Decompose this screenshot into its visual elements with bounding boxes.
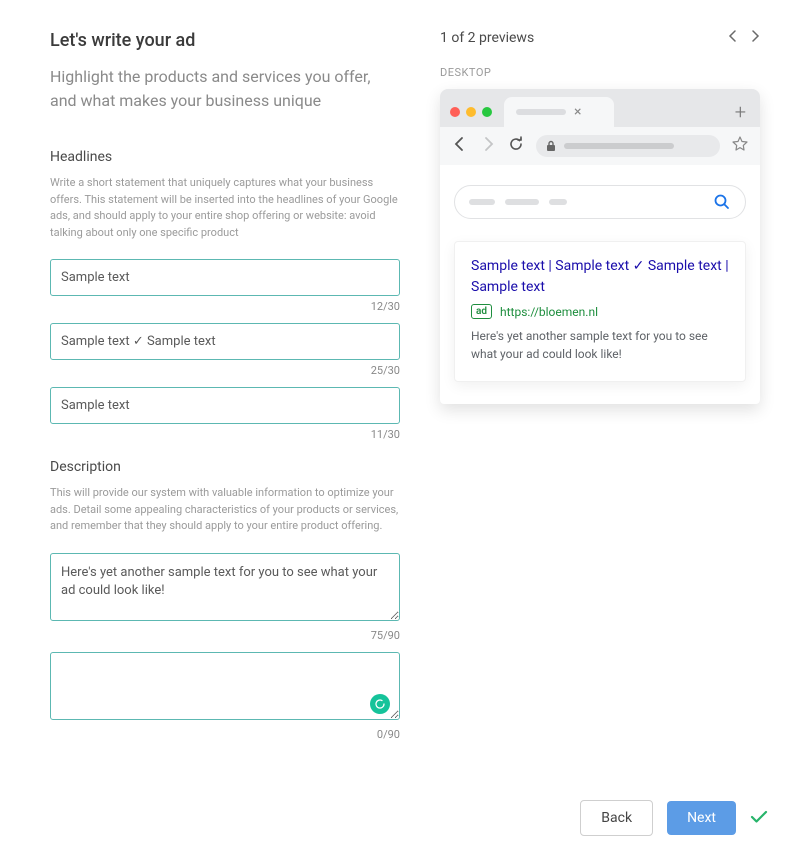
- forward-arrow-icon: [480, 136, 496, 156]
- traffic-light-red-icon: [450, 107, 460, 117]
- footer-actions: Back Next: [580, 800, 768, 836]
- back-button[interactable]: Back: [580, 800, 653, 836]
- preview-mode-label: DESKTOP: [440, 66, 760, 79]
- back-arrow-icon: [452, 136, 468, 156]
- ad-preview-card: Sample text | Sample text ✓ Sample text …: [454, 241, 746, 382]
- description-count-1: 75/90: [50, 629, 400, 642]
- description-input-1[interactable]: [50, 553, 400, 621]
- browser-tab: ×: [504, 97, 614, 127]
- description-help: This will provide our system with valuab…: [50, 485, 400, 535]
- traffic-light-green-icon: [482, 107, 492, 117]
- check-icon: [750, 809, 768, 828]
- preview-column: 1 of 2 previews DESKTOP ×: [440, 30, 760, 751]
- preview-counter: 1 of 2 previews: [440, 30, 534, 46]
- preview-prev-button[interactable]: [728, 30, 736, 46]
- reload-icon: [508, 136, 524, 156]
- headlines-help: Write a short statement that uniquely ca…: [50, 175, 400, 241]
- headline-input-1[interactable]: [50, 259, 400, 296]
- browser-mockup: × +: [440, 89, 760, 404]
- lock-icon: [546, 140, 556, 152]
- headline-input-3[interactable]: [50, 387, 400, 424]
- page-subtitle: Highlight the products and services you …: [50, 65, 400, 113]
- headline-input-2[interactable]: [50, 323, 400, 360]
- plus-icon: +: [735, 100, 750, 124]
- url-bar: [536, 135, 720, 157]
- search-bar-mockup: [454, 185, 746, 219]
- preview-next-button[interactable]: [752, 30, 760, 46]
- ad-description: Here's yet another sample text for you t…: [471, 327, 729, 363]
- ad-headline: Sample text | Sample text ✓ Sample text …: [471, 256, 729, 298]
- next-button[interactable]: Next: [667, 801, 736, 835]
- close-icon: ×: [574, 104, 581, 120]
- page-title: Let's write your ad: [50, 30, 400, 51]
- traffic-lights: [450, 107, 492, 117]
- headline-count-1: 12/30: [50, 300, 400, 313]
- headline-count-2: 25/30: [50, 364, 400, 377]
- search-icon: [713, 193, 731, 211]
- form-column: Let's write your ad Highlight the produc…: [50, 30, 400, 751]
- ad-url: https://bloemen.nl: [500, 305, 598, 319]
- headline-count-3: 11/30: [50, 428, 400, 441]
- headlines-label: Headlines: [50, 149, 400, 165]
- ad-badge: ad: [471, 304, 492, 319]
- star-icon: [732, 136, 748, 156]
- traffic-light-yellow-icon: [466, 107, 476, 117]
- description-label: Description: [50, 459, 400, 475]
- description-input-2[interactable]: [50, 652, 400, 720]
- grammarly-icon[interactable]: [370, 694, 390, 714]
- description-count-2: 0/90: [50, 728, 400, 741]
